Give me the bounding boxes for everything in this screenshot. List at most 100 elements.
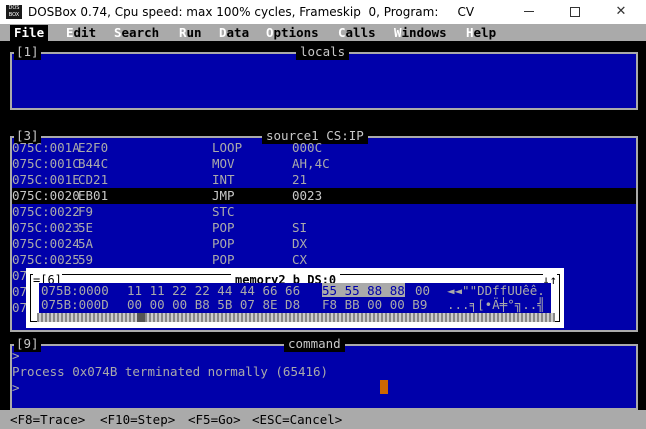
source-line-operand: 0023 bbox=[292, 188, 323, 203]
memory-horizontal-scrollbar[interactable] bbox=[37, 313, 555, 322]
source-line-operand: AH,4C bbox=[292, 156, 330, 171]
source-line[interactable]: 075C:0025 59 POP CX bbox=[12, 252, 636, 268]
maximize-button[interactable] bbox=[552, 0, 598, 24]
source-line-operand: 21 bbox=[292, 172, 308, 187]
menu-file-label: File bbox=[14, 25, 45, 40]
memory-row[interactable]: 075B:000D 00 00 00 B8 5B 07 8E D8 F8 BB … bbox=[39, 297, 551, 313]
menu-data[interactable]: Data bbox=[219, 25, 249, 41]
menu-search-label: earch bbox=[121, 25, 160, 40]
source-line-addr: 075C:0024 bbox=[12, 236, 80, 251]
source-line-current[interactable]: 075C:0020 EB01 JMP 0023 bbox=[12, 188, 636, 204]
source-line-bytes: 5E bbox=[78, 220, 94, 235]
source-line-addr: 075C:0022 bbox=[12, 204, 80, 219]
app-icon-text-top: DOS bbox=[8, 5, 20, 11]
source-line[interactable]: 075C:001A E2F0 LOOP 000C bbox=[12, 140, 636, 156]
window-title: DOSBox 0.74, Cpu speed: max 100% cycles,… bbox=[28, 5, 475, 19]
close-button[interactable]: ✕ bbox=[598, 0, 644, 24]
source-line-bytes: B44C bbox=[78, 156, 109, 171]
source-line-mnemonic: POP bbox=[212, 220, 235, 235]
status-cancel-key[interactable]: <ESC=Cancel> bbox=[252, 412, 342, 428]
source-line-addr: 075C:001C bbox=[12, 156, 80, 171]
app-icon-text-bottom: BOX bbox=[8, 12, 20, 18]
source-line-operand: CX bbox=[292, 252, 308, 267]
menu-run[interactable]: Run bbox=[179, 25, 202, 41]
menu-edit[interactable]: Edit bbox=[66, 25, 96, 41]
locals-pane-number: [1] bbox=[14, 44, 41, 60]
source-line-addr: 075C:0023 bbox=[12, 220, 80, 235]
memory-window[interactable]: =[6] memory2 b DS:0 ↓↑ 075B:0000 11 11 2… bbox=[26, 268, 564, 328]
close-icon: ✕ bbox=[615, 4, 627, 19]
menu-file[interactable]: File bbox=[10, 25, 49, 41]
source-line-mnemonic: JMP bbox=[212, 188, 235, 203]
source-line[interactable]: 075C:0023 5E POP SI bbox=[12, 220, 636, 236]
locals-pane[interactable]: [1] locals bbox=[10, 44, 638, 110]
maximize-icon bbox=[570, 6, 580, 17]
source-line[interactable]: 075C:0022 F9 STC bbox=[12, 204, 636, 220]
status-bar: <F8=Trace> <F10=Step> <F5=Go> <ESC=Cance… bbox=[0, 410, 646, 429]
source-line-bytes: EB01 bbox=[78, 188, 109, 203]
source-line-bytes: 59 bbox=[78, 252, 94, 267]
window-title-bar: DOS BOX DOSBox 0.74, Cpu speed: max 100%… bbox=[0, 0, 646, 24]
menu-options-hotkey: O bbox=[266, 25, 274, 40]
source-line-operand: SI bbox=[292, 220, 308, 235]
source-line-mnemonic: STC bbox=[212, 204, 235, 219]
source-line-addr: 07 bbox=[12, 268, 28, 283]
memory-scrollbar-thumb[interactable] bbox=[137, 313, 145, 322]
menu-options[interactable]: Options bbox=[266, 25, 319, 41]
menu-edit-label: dit bbox=[73, 25, 97, 40]
menu-calls[interactable]: Calls bbox=[338, 25, 376, 41]
menu-data-hotkey: D bbox=[219, 25, 227, 40]
dos-screen[interactable]: File Edit Search Run Data Options Calls … bbox=[0, 24, 646, 429]
source-line-mnemonic: POP bbox=[212, 252, 235, 267]
menu-bar: File Edit Search Run Data Options Calls … bbox=[0, 24, 646, 41]
menu-help-label: elp bbox=[473, 25, 497, 40]
menu-run-label: un bbox=[186, 25, 202, 40]
menu-data-label: ata bbox=[226, 25, 250, 40]
source-line-addr: 075C:001E bbox=[12, 172, 80, 187]
dosbox-app-icon[interactable]: DOS BOX bbox=[6, 5, 22, 19]
memory-row-hex-tail: F8 BB 00 00 B9 bbox=[322, 297, 428, 312]
menu-options-label: ptions bbox=[273, 25, 319, 40]
menu-windows[interactable]: Windows bbox=[394, 25, 447, 41]
source-line[interactable]: 075C:001E CD21 INT 21 bbox=[12, 172, 636, 188]
source-line-mnemonic: INT bbox=[212, 172, 235, 187]
source-line-bytes: 5A bbox=[78, 236, 94, 251]
minimize-icon bbox=[524, 11, 534, 12]
text-cursor bbox=[380, 380, 388, 394]
source-line-operand: DX bbox=[292, 236, 308, 251]
menu-calls-label: alls bbox=[345, 25, 376, 40]
source-line-bytes: CD21 bbox=[78, 172, 109, 187]
source-line-mnemonic: POP bbox=[212, 236, 235, 251]
menu-windows-label: indows bbox=[401, 25, 447, 40]
command-line: > bbox=[12, 348, 20, 363]
source-line-addr: 07 bbox=[12, 300, 28, 315]
status-trace-key[interactable]: <F8=Trace> bbox=[10, 412, 85, 428]
command-pane[interactable]: [9] command > Process 0x074B terminated … bbox=[10, 336, 638, 410]
status-step-key[interactable]: <F10=Step> bbox=[100, 412, 175, 428]
menu-edit-hotkey: E bbox=[66, 25, 74, 40]
menu-help-hotkey: H bbox=[466, 25, 474, 40]
memory-window-frame: =[6] memory2 b DS:0 ↓↑ 075B:0000 11 11 2… bbox=[30, 273, 560, 322]
command-line: Process 0x074B terminated normally (6541… bbox=[12, 364, 329, 379]
source-line[interactable]: 075C:001C B44C MOV AH,4C bbox=[12, 156, 636, 172]
source-line-addr: 075C:001A bbox=[12, 140, 80, 155]
menu-search-hotkey: S bbox=[114, 25, 122, 40]
source-line-mnemonic: LOOP bbox=[212, 140, 243, 155]
memory-row-address: 075B:000D bbox=[41, 297, 109, 312]
memory-row-ascii: ...╕[•Ä╪°╗..╣ bbox=[447, 297, 545, 312]
source-line[interactable]: 075C:0024 5A POP DX bbox=[12, 236, 636, 252]
source-line-addr: 075C:0025 bbox=[12, 252, 80, 267]
source-line-bytes: F9 bbox=[78, 204, 94, 219]
menu-run-hotkey: R bbox=[179, 25, 187, 40]
source-line-addr: 07 bbox=[12, 284, 28, 299]
menu-help[interactable]: Help bbox=[466, 25, 496, 41]
source-line-mnemonic: MOV bbox=[212, 156, 235, 171]
command-line: > bbox=[12, 380, 20, 395]
menu-search[interactable]: Search bbox=[114, 25, 159, 41]
menu-windows-hotkey: W bbox=[394, 25, 402, 40]
minimize-button[interactable] bbox=[506, 0, 552, 24]
source-line-addr: 075C:0020 bbox=[12, 188, 80, 203]
status-go-key[interactable]: <F5=Go> bbox=[188, 412, 241, 428]
memory-row-hex: 00 00 00 B8 5B 07 8E D8 bbox=[127, 297, 301, 312]
menu-calls-hotkey: C bbox=[338, 25, 346, 40]
